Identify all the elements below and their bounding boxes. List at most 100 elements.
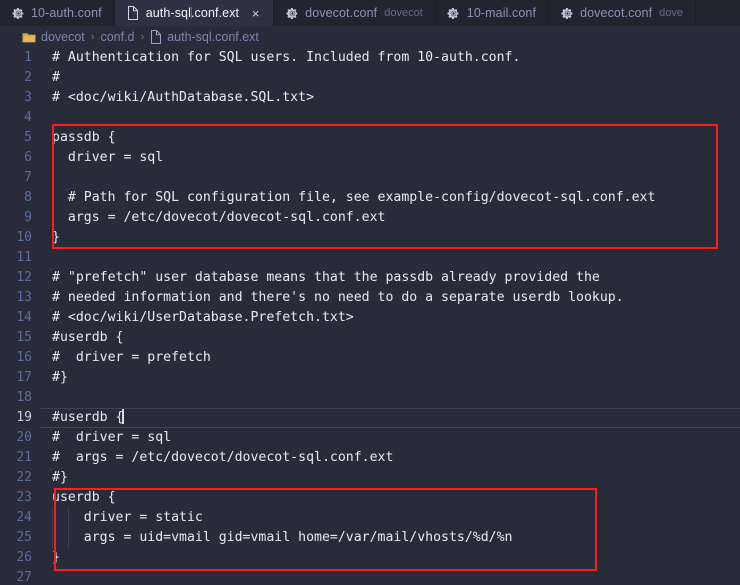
code-line[interactable]: 26} [0, 548, 740, 568]
line-text: #} [52, 370, 68, 385]
file-icon [150, 30, 162, 44]
code-line[interactable]: 15 #userdb { [0, 328, 740, 348]
line-content[interactable]: } [40, 548, 740, 568]
line-number: 20 [16, 430, 32, 445]
line-content[interactable]: # driver = prefetch [40, 348, 740, 368]
line-content[interactable]: args = /etc/dovecot/dovecot-sql.conf.ext [40, 208, 740, 228]
line-content[interactable]: # driver = sql [40, 428, 740, 448]
tab-dovecot-conf[interactable]: dovecot.conf dovecot [274, 0, 436, 26]
line-text: # Authentication for SQL users. Included… [52, 50, 521, 65]
line-content[interactable]: } [40, 228, 740, 248]
line-content[interactable]: # <doc/wiki/AuthDatabase.SQL.txt> [40, 88, 740, 108]
code-line[interactable]: 14 # <doc/wiki/UserDatabase.Prefetch.txt> [0, 308, 740, 328]
line-number: 27 [16, 570, 32, 585]
line-number: 6 [24, 150, 32, 165]
tab-sublabel: dove [659, 7, 684, 19]
indent-guide [67, 508, 69, 528]
line-content[interactable]: # Authentication for SQL users. Included… [40, 48, 740, 68]
code-line[interactable]: 5 passdb { [0, 128, 740, 148]
line-number: 16 [16, 350, 32, 365]
breadcrumb-item[interactable]: dovecot [22, 30, 85, 44]
line-content[interactable]: userdb { [40, 488, 740, 508]
code-line[interactable]: 10} [0, 228, 740, 248]
folder-icon [22, 31, 36, 44]
code-line[interactable]: 6 driver = sql [0, 148, 740, 168]
code-editor[interactable]: 1 # Authentication for SQL users. Include… [0, 48, 740, 585]
code-line[interactable]: 4 [0, 108, 740, 128]
breadcrumb-label: dovecot [41, 30, 85, 44]
tab-10-mail-conf[interactable]: 10-mail.conf [435, 0, 550, 26]
indent-guide [52, 208, 53, 228]
line-content[interactable]: args = uid=vmail gid=vmail home=/var/mai… [40, 528, 740, 548]
tab-auth-sql-conf-ext[interactable]: auth-sql.conf.ext × [114, 0, 275, 26]
line-number: 9 [24, 210, 32, 225]
code-line[interactable]: 13 # needed information and there's no ne… [0, 288, 740, 308]
code-line[interactable]: 22 #} [0, 468, 740, 488]
text-cursor [122, 408, 124, 424]
line-content[interactable]: # Path for SQL configuration file, see e… [40, 188, 740, 208]
line-number: 4 [24, 110, 32, 125]
tab-bar: 10-auth.conf auth-sql.conf.ext × dovecot.co… [0, 0, 740, 26]
line-content[interactable]: passdb { [40, 128, 740, 148]
gear-icon [285, 6, 299, 20]
line-content[interactable] [40, 568, 740, 585]
line-number: 11 [16, 250, 32, 265]
line-number: 5 [24, 130, 32, 145]
code-line[interactable]: 23 userdb { [0, 488, 740, 508]
code-line[interactable]: 25 args = uid=vmail gid=vmail home=/var/… [0, 528, 740, 548]
line-content[interactable] [40, 168, 740, 188]
line-content[interactable]: #} [40, 468, 740, 488]
line-content[interactable]: # "prefetch" user database means that th… [40, 268, 740, 288]
line-text: # needed information and there's no need… [52, 290, 624, 305]
breadcrumb-separator: › [140, 31, 145, 43]
line-content[interactable] [40, 388, 740, 408]
code-line[interactable]: 21 # args = /etc/dovecot/dovecot-sql.conf… [0, 448, 740, 468]
line-content[interactable] [40, 108, 740, 128]
tab-label: dovecot.conf [580, 6, 653, 20]
line-content[interactable]: driver = sql [40, 148, 740, 168]
code-line[interactable]: 2 # [0, 68, 740, 88]
line-number: 10 [16, 230, 32, 245]
line-text: # [52, 70, 60, 85]
code-line[interactable]: 8 # Path for SQL configuration file, see… [0, 188, 740, 208]
line-text: } [52, 550, 60, 565]
code-line[interactable]: 18 [0, 388, 740, 408]
file-icon [126, 6, 140, 20]
line-number: 12 [16, 270, 32, 285]
line-content[interactable]: #userdb { [40, 408, 740, 428]
line-number: 15 [16, 330, 32, 345]
tab-10-auth-conf[interactable]: 10-auth.conf [0, 0, 115, 26]
code-line[interactable]: 7 [0, 168, 740, 188]
line-content[interactable]: driver = static [40, 508, 740, 528]
code-line[interactable]: 27 [0, 568, 740, 585]
code-line[interactable]: 17 #} [0, 368, 740, 388]
close-icon[interactable]: × [250, 7, 261, 20]
line-content[interactable]: # <doc/wiki/UserDatabase.Prefetch.txt> [40, 308, 740, 328]
line-number: 7 [24, 170, 32, 185]
breadcrumb-item[interactable]: auth-sql.conf.ext [150, 30, 259, 44]
tab-dovecot-conf[interactable]: dovecot.conf dove [549, 0, 697, 26]
code-line[interactable]: 19 #userdb { [0, 408, 740, 428]
breadcrumb-item[interactable]: conf.d [100, 30, 134, 44]
line-number: 19 [16, 410, 32, 425]
line-number: 1 [24, 50, 32, 65]
code-line[interactable]: 24 driver = static [0, 508, 740, 528]
line-content[interactable] [40, 248, 740, 268]
line-content[interactable]: # needed information and there's no need… [40, 288, 740, 308]
breadcrumb-label: auth-sql.conf.ext [167, 30, 259, 44]
code-line[interactable]: 11 [0, 248, 740, 268]
code-line[interactable]: 12 # "prefetch" user database means that … [0, 268, 740, 288]
breadcrumb: dovecot › conf.d › auth-sql.conf.ext [0, 26, 740, 48]
code-line[interactable]: 16 # driver = prefetch [0, 348, 740, 368]
code-line[interactable]: 1 # Authentication for SQL users. Include… [0, 48, 740, 68]
code-line[interactable]: 3 # <doc/wiki/AuthDatabase.SQL.txt> [0, 88, 740, 108]
line-text: driver = static [52, 510, 203, 525]
code-line[interactable]: 20 # driver = sql [0, 428, 740, 448]
line-text: #userdb { [52, 410, 124, 425]
code-line[interactable]: 9 args = /etc/dovecot/dovecot-sql.conf.e… [0, 208, 740, 228]
line-content[interactable]: #} [40, 368, 740, 388]
indent-guide [52, 508, 53, 528]
line-content[interactable]: # args = /etc/dovecot/dovecot-sql.conf.e… [40, 448, 740, 468]
line-content[interactable]: #userdb { [40, 328, 740, 348]
line-content[interactable]: # [40, 68, 740, 88]
